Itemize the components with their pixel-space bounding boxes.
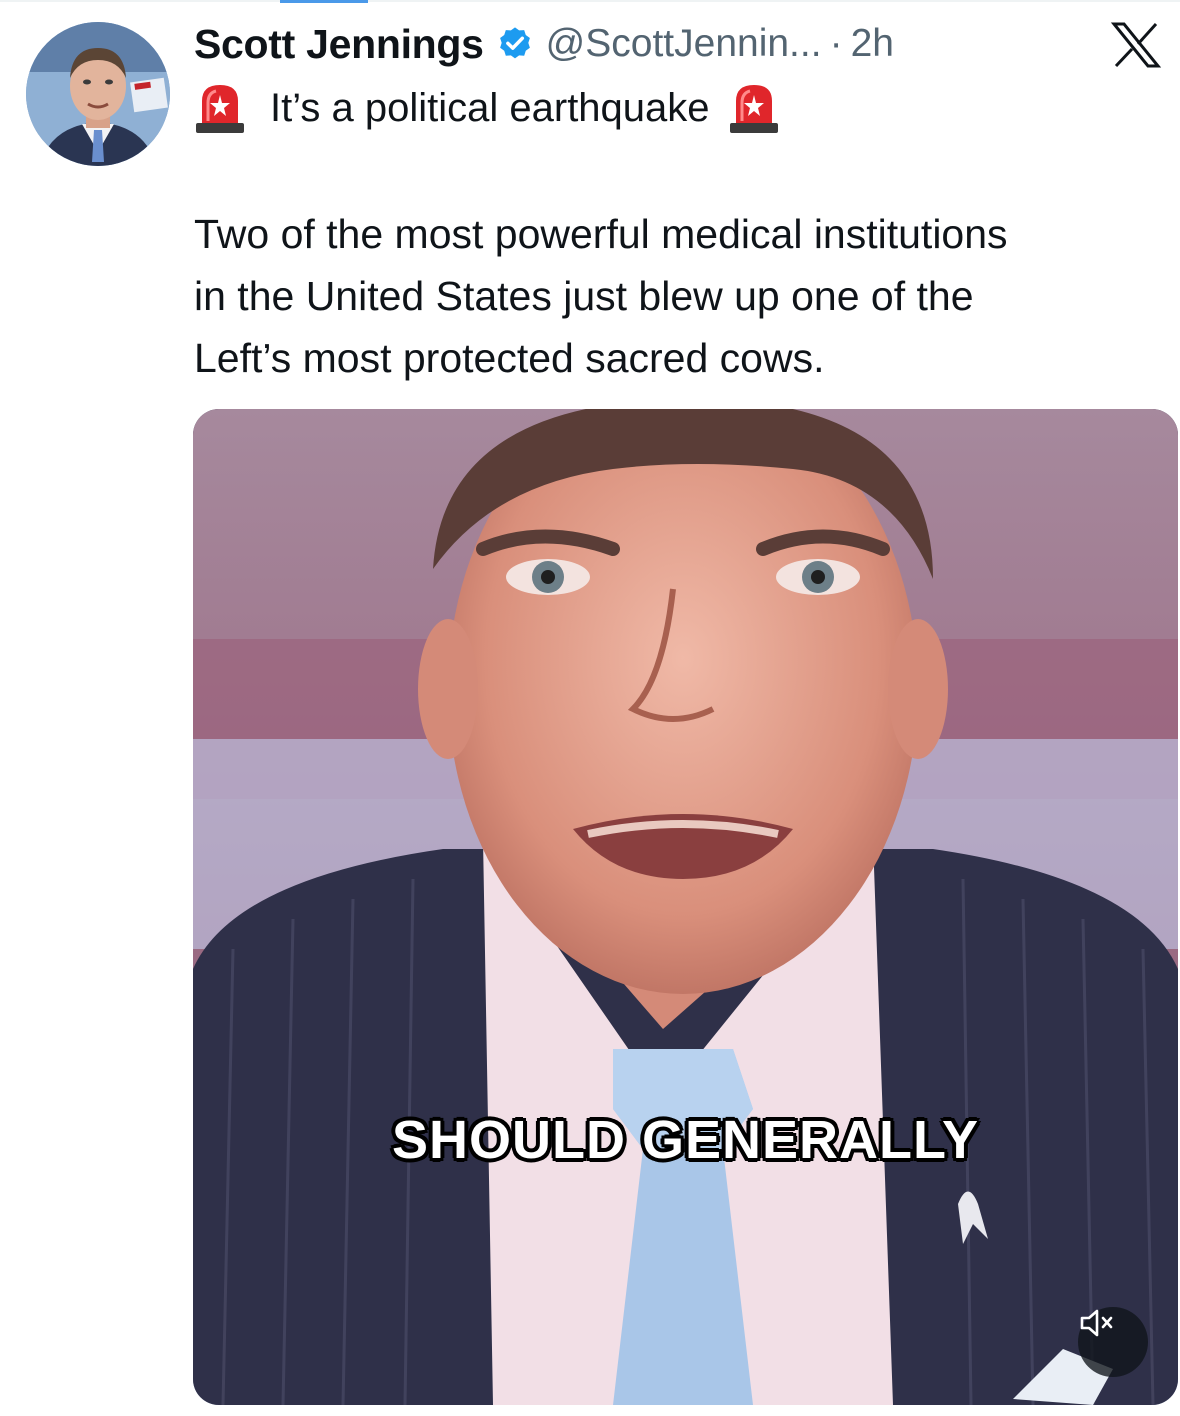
author-avatar[interactable] bbox=[26, 22, 170, 166]
top-divider-accent bbox=[280, 0, 368, 3]
tweet-headline: It’s a political earthquake bbox=[270, 85, 710, 130]
tweet-body: Two of the most powerful medical institu… bbox=[194, 211, 1008, 381]
author-display-name[interactable]: Scott Jennings bbox=[194, 21, 484, 68]
tweet-video[interactable]: SHOULD GENERALLY bbox=[193, 409, 1178, 1405]
verified-badge-icon bbox=[496, 25, 534, 63]
tweet-headline-line: It’s a political earthquake bbox=[194, 78, 780, 138]
video-caption: SHOULD GENERALLY bbox=[391, 1110, 980, 1170]
separator-dot: · bbox=[829, 22, 843, 65]
siren-icon bbox=[194, 81, 246, 135]
mute-toggle-button[interactable] bbox=[1078, 1307, 1148, 1377]
siren-icon bbox=[728, 81, 780, 135]
x-logo-icon[interactable] bbox=[1100, 20, 1170, 70]
post-timestamp[interactable]: 2h bbox=[851, 22, 894, 66]
tweet-header: Scott Jennings @ScottJennin... · 2h bbox=[194, 14, 894, 74]
author-handle[interactable]: @ScottJennin... bbox=[546, 22, 822, 66]
top-divider bbox=[0, 0, 1180, 2]
